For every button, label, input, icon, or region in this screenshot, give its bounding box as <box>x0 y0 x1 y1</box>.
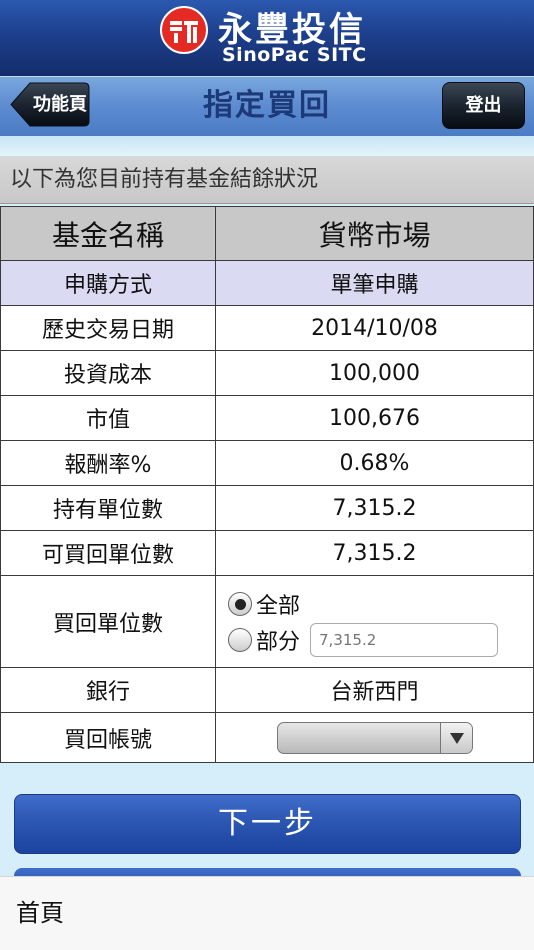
radio-partial[interactable] <box>228 627 252 652</box>
holdings-table: 基金名稱 貨幣市場 申購方式 單筆申購 歷史交易日期 2014/10/08 投資… <box>0 206 534 763</box>
account-select[interactable] <box>276 721 473 754</box>
fund-name-row: 基金名稱 貨幣市場 <box>0 206 534 261</box>
sinopac-logo-icon <box>160 6 208 54</box>
row-value: 2014/10/08 <box>215 305 534 351</box>
partial-units-input[interactable] <box>310 622 499 657</box>
row-label: 可買回單位數 <box>0 530 216 576</box>
radio-partial-label: 部分 <box>256 629 301 655</box>
row-label: 歷史交易日期 <box>0 305 216 351</box>
radio-all-label: 全部 <box>256 593 301 619</box>
fund-name-value: 貨幣市場 <box>215 206 534 261</box>
brand-name-en: SinoPac SITC <box>222 44 367 66</box>
nav-bar: 功能頁 指定買回 登出 <box>0 76 534 136</box>
back-button-label: 功能頁 <box>33 94 87 115</box>
next-step-button[interactable]: 下一步 <box>14 794 521 854</box>
bank-value: 台新西門 <box>215 667 534 713</box>
chevron-down-icon <box>439 722 472 753</box>
row-value: 單筆申購 <box>215 260 534 306</box>
table-row: 可買回單位數 7,315.2 <box>0 530 534 576</box>
redeem-units-label: 買回單位數 <box>0 575 216 668</box>
redeem-units-options: 全部 部分 <box>215 575 534 668</box>
table-row: 歷史交易日期 2014/10/08 <box>0 305 534 351</box>
home-link[interactable]: 首頁 <box>16 899 64 927</box>
row-label: 報酬率% <box>0 440 216 486</box>
app-screen: 永豐投信 SinoPac SITC 功能頁 指定買回 登出 以下為您目前持有基金… <box>0 0 534 950</box>
table-row: 申購方式 單筆申購 <box>0 260 534 306</box>
row-label: 投資成本 <box>0 350 216 396</box>
redeem-partial-option[interactable]: 部分 <box>228 622 533 658</box>
holdings-info-text: 以下為您目前持有基金結餘狀況 <box>0 156 534 204</box>
bank-row: 銀行 台新西門 <box>0 667 534 713</box>
row-value: 0.68% <box>215 440 534 486</box>
row-value: 7,315.2 <box>215 530 534 576</box>
row-value: 100,676 <box>215 395 534 441</box>
row-label: 申購方式 <box>0 260 216 306</box>
bottom-bar: 首頁 <box>0 876 534 950</box>
fund-name-label: 基金名稱 <box>0 206 216 261</box>
redeem-all-option[interactable]: 全部 <box>228 586 533 622</box>
table-row: 報酬率% 0.68% <box>0 440 534 486</box>
account-row: 買回帳號 <box>0 712 534 763</box>
table-row: 投資成本 100,000 <box>0 350 534 396</box>
page-title: 指定買回 <box>203 88 331 123</box>
account-cell <box>215 712 534 763</box>
row-value: 100,000 <box>215 350 534 396</box>
bank-label: 銀行 <box>0 667 216 713</box>
redeem-units-row: 買回單位數 全部 部分 <box>0 575 534 668</box>
row-label: 市值 <box>0 395 216 441</box>
back-button[interactable]: 功能頁 <box>10 82 90 127</box>
brand-header: 永豐投信 SinoPac SITC <box>0 0 534 76</box>
radio-all[interactable] <box>228 591 252 616</box>
row-value: 7,315.2 <box>215 485 534 531</box>
nav-shadow <box>0 136 534 156</box>
table-row: 市值 100,676 <box>0 395 534 441</box>
table-row: 持有單位數 7,315.2 <box>0 485 534 531</box>
logout-button[interactable]: 登出 <box>442 82 525 129</box>
account-label: 買回帳號 <box>0 712 216 763</box>
row-label: 持有單位數 <box>0 485 216 531</box>
